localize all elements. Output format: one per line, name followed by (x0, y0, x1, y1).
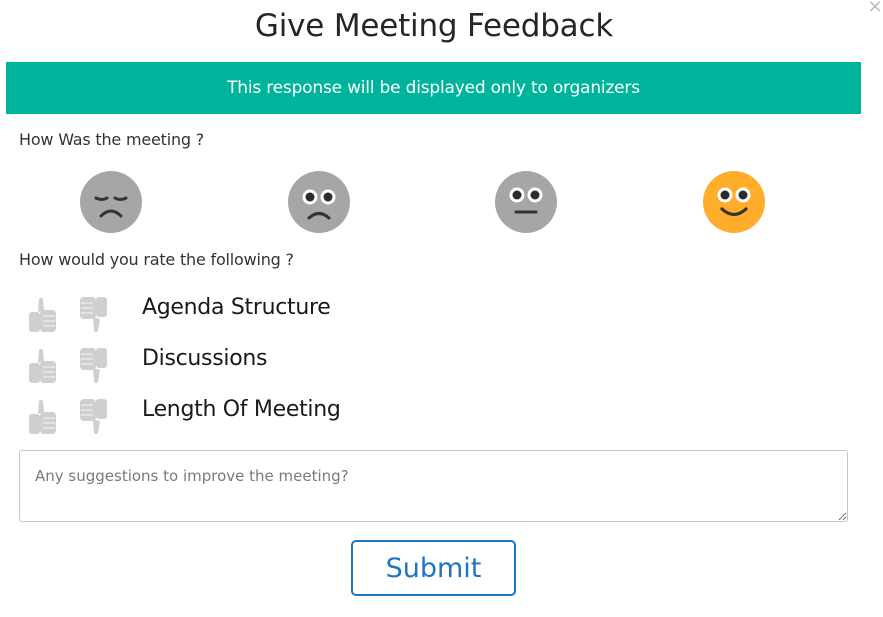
suggestions-input[interactable] (19, 450, 848, 522)
feedback-dialog: × Give Meeting Feedback This response wi… (0, 0, 883, 617)
close-icon[interactable]: × (866, 0, 883, 16)
rating-label-discussions: Discussions (142, 346, 268, 371)
thumbs-up-icon[interactable] (26, 295, 62, 335)
frown-face-icon[interactable] (288, 171, 350, 233)
thumbs-down-icon[interactable] (76, 295, 112, 335)
smile-face-icon[interactable] (703, 171, 765, 233)
meeting-question-label: How Was the meeting ? (19, 130, 205, 149)
rating-row-discussions: Discussions (26, 346, 526, 390)
rating-row-agenda: Agenda Structure (26, 295, 526, 339)
info-banner: This response will be displayed only to … (6, 62, 861, 114)
rating-question-label: How would you rate the following ? (19, 250, 294, 269)
rating-row-length: Length Of Meeting (26, 397, 526, 441)
dialog-title: Give Meeting Feedback (254, 8, 614, 44)
neutral-face-icon[interactable] (495, 171, 557, 233)
info-banner-text: This response will be displayed only to … (227, 78, 640, 98)
rating-label-length: Length Of Meeting (142, 397, 341, 422)
thumbs-up-icon[interactable] (26, 346, 62, 386)
sad-face-icon[interactable] (80, 171, 142, 233)
rating-label-agenda: Agenda Structure (142, 295, 331, 320)
thumbs-down-icon[interactable] (76, 346, 112, 386)
submit-button[interactable]: Submit (351, 540, 516, 596)
thumbs-up-icon[interactable] (26, 397, 62, 437)
thumbs-down-icon[interactable] (76, 397, 112, 437)
